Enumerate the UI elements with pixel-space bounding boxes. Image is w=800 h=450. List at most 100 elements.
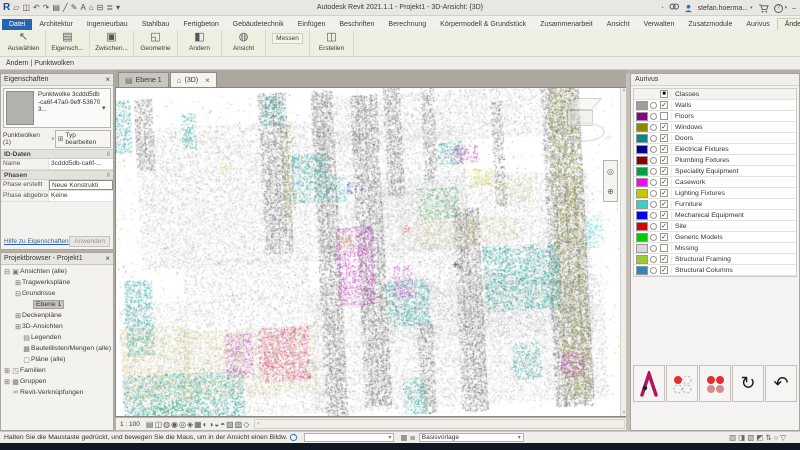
worksets-dropdown[interactable]: ▾ [304, 433, 394, 442]
tree-toggle-icon[interactable]: ⊞ [3, 367, 11, 375]
select-points-button[interactable] [666, 365, 698, 402]
class-color-swatch[interactable] [636, 178, 648, 187]
view-control-icon[interactable]: ▦ [194, 420, 202, 429]
class-color-swatch[interactable] [636, 167, 648, 176]
tree-item-3d-ansichten[interactable]: ⊞3D-Ansichten [1, 321, 113, 332]
class-color-swatch[interactable] [636, 200, 648, 209]
class-checkbox[interactable] [660, 112, 668, 120]
ribbon-tab-zusatzmodule[interactable]: Zusatzmodule [681, 19, 739, 30]
view-control-icon[interactable]: ▤ [146, 420, 154, 429]
view-control-icon[interactable]: ◫ [154, 420, 162, 429]
class-color-swatch[interactable] [636, 134, 648, 143]
ribbon-tab-einf-gen[interactable]: Einfügen [291, 19, 333, 30]
tree-item-tragwerkspläne[interactable]: ⊞Tragwerkspläne [1, 277, 113, 288]
view-control-icon[interactable]: ◒ [214, 420, 219, 429]
tree-toggle-icon[interactable]: ⊞ [3, 378, 11, 386]
ribbon-tab-datei[interactable]: Datei [2, 19, 32, 30]
ribbon-tab-geb-udetechnik[interactable]: Gebäudetechnik [226, 19, 291, 30]
view-control-icon[interactable]: ◇ [243, 420, 249, 429]
account-menu[interactable]: stefan.hoerma... ▾ [698, 5, 753, 12]
tree-item-grundrisse[interactable]: ⊟Grundrisse [1, 288, 113, 299]
class-color-swatch[interactable] [636, 222, 648, 231]
section-header[interactable]: ID-Daten‖ [1, 149, 113, 159]
view-control-icon[interactable]: ◓ [220, 420, 225, 429]
class-radio[interactable] [650, 146, 657, 153]
ribbon-tab--ndern-punktwolken[interactable]: Ändern | Punktwolken [777, 18, 800, 30]
class-radio[interactable] [650, 245, 657, 252]
tree-item-revit-verknüpfungen[interactable]: ∞Revit-Verknüpfungen [1, 387, 113, 398]
class-checkbox[interactable]: ✓ [660, 101, 668, 109]
point-cloud-canvas[interactable] [116, 88, 621, 416]
class-color-swatch[interactable] [636, 211, 648, 220]
view-control-icon[interactable]: ◈ [187, 420, 193, 429]
section-header[interactable]: Phasen‖ [1, 170, 113, 180]
tree-toggle-icon[interactable]: ⊞ [14, 312, 22, 320]
class-color-swatch[interactable] [636, 112, 648, 121]
tree-item-legenden[interactable]: ▤Legenden [1, 332, 113, 343]
class-color-swatch[interactable] [636, 233, 648, 242]
view-tab-ebene-1[interactable]: ▤Ebene 1 [118, 72, 169, 87]
class-radio[interactable] [650, 157, 657, 164]
class-checkbox[interactable]: ✓ [660, 233, 668, 241]
ribbon-tab-aurivus[interactable]: Aurivus [739, 19, 776, 30]
class-radio[interactable] [650, 256, 657, 263]
view-control-icon[interactable]: ◐ [203, 420, 208, 429]
section-icon[interactable]: ⊟ [97, 3, 104, 13]
tree-item-familien[interactable]: ⊞◳Familien [1, 365, 113, 376]
undo-icon[interactable]: ↶ [33, 3, 40, 13]
class-checkbox[interactable]: ✓ [660, 178, 668, 186]
tree-item-ansichten-alle-[interactable]: ⊟▣Ansichten (alle) [1, 266, 113, 277]
property-value[interactable]: Keine [49, 191, 113, 201]
class-radio[interactable] [650, 113, 657, 120]
navigation-bar[interactable]: ◎ ⊕ [603, 160, 618, 202]
help-menu[interactable]: ? ▾ [774, 4, 787, 13]
drawing-area[interactable]: ◎ ⊕ ✳ ˄˅ [115, 87, 628, 417]
ribbon-tab-fertigbeton[interactable]: Fertigbeton [176, 19, 225, 30]
class-radio[interactable] [650, 179, 657, 186]
type-selector[interactable]: Punktwolke 3cddd5db-ca6f-47a0-9eff-53670… [3, 88, 111, 128]
tree-toggle-icon[interactable]: ⊟ [14, 290, 22, 298]
class-color-swatch[interactable] [636, 145, 648, 154]
class-checkbox[interactable]: ✓ [660, 156, 668, 164]
ribbon-tab-architektur[interactable]: Architektur [32, 19, 79, 30]
class-checkbox[interactable]: ✓ [660, 266, 668, 274]
search-icon[interactable] [669, 3, 679, 13]
view-tab--3d-[interactable]: ⌂(3D)× [170, 72, 217, 87]
class-radio[interactable] [650, 102, 657, 109]
class-checkbox[interactable]: ✓ [660, 222, 668, 230]
ribbon-tab-verwalten[interactable]: Verwalten [637, 19, 682, 30]
selection-filter-icon[interactable]: ⇅ [765, 433, 771, 442]
class-radio[interactable] [650, 124, 657, 131]
class-color-swatch[interactable] [636, 156, 648, 165]
aurivus-logo-button[interactable] [633, 365, 665, 402]
scale-indicator[interactable]: 1 : 100 [120, 421, 140, 428]
class-color-swatch[interactable] [636, 123, 648, 132]
properties-close-icon[interactable]: × [105, 75, 110, 84]
print-icon[interactable]: ▤ [52, 3, 60, 13]
design-options-icon[interactable]: ≣ [409, 433, 415, 442]
auswählen-button[interactable]: ↖Auswählen [2, 30, 46, 56]
design-options-dropdown[interactable]: Basisvorlage▾ [419, 433, 524, 442]
undo-button[interactable]: ↶ [765, 365, 797, 402]
text-icon[interactable]: A [80, 3, 85, 13]
class-checkbox[interactable]: ✓ [660, 134, 668, 142]
tree-item-ebene-1[interactable]: Ebene 1 [1, 299, 113, 310]
tree-item-deckenpläne[interactable]: ⊞Deckenpläne [1, 310, 113, 321]
view-control-icon[interactable]: ◑ [209, 420, 214, 429]
horizontal-scrollbar[interactable]: ‹ [254, 419, 625, 429]
class-radio[interactable] [650, 190, 657, 197]
view-tab-close-icon[interactable]: × [205, 76, 210, 85]
select-all-checkbox[interactable]: ■ [660, 90, 668, 98]
property-value[interactable]: Neue Konstrukti [49, 180, 113, 190]
element-filter-dropdown[interactable]: Punktwolken (1) ∨ [3, 132, 55, 146]
class-color-swatch[interactable] [636, 244, 648, 253]
class-color-swatch[interactable] [636, 101, 648, 110]
save-icon[interactable]: ◫ [22, 3, 30, 13]
edit-type-button[interactable]: ⊞ Typ bearbeiten [55, 130, 111, 148]
class-radio[interactable] [650, 267, 657, 274]
worksets-icon[interactable]: ▦ [400, 433, 407, 442]
open-icon[interactable]: ▱ [13, 3, 19, 13]
rotate-button[interactable]: ↻ [732, 365, 764, 402]
class-color-swatch[interactable] [636, 266, 648, 275]
class-checkbox[interactable]: ✓ [660, 145, 668, 153]
